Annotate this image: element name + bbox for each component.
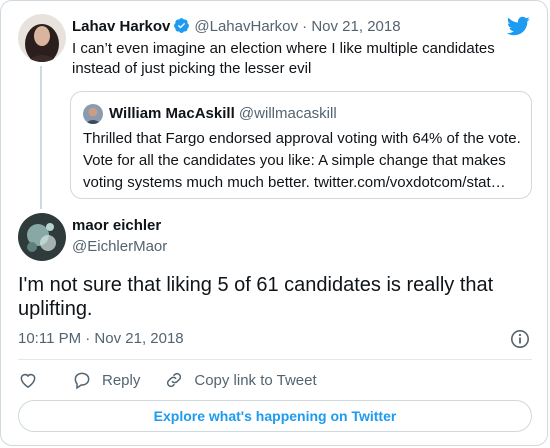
parent-tweet-header: Lahav Harkov @LahavHarkov · Nov 21, 2018 <box>72 17 401 37</box>
main-tweet-text: I'm not sure that liking 5 of 61 candida… <box>18 274 494 320</box>
parent-author-handle[interactable]: @LahavHarkov <box>194 18 298 35</box>
tweet-actions: Reply Copy link to Tweet <box>18 369 341 391</box>
quoted-tweet-header: William MacAskill @willmacaskill <box>109 104 337 124</box>
info-icon[interactable] <box>510 329 530 349</box>
reply-button[interactable]: Reply <box>72 370 140 390</box>
copy-link-label: Copy link to Tweet <box>194 371 317 389</box>
twitter-bird-icon[interactable] <box>506 14 530 38</box>
lahav-avatar[interactable] <box>18 14 66 62</box>
maor-avatar[interactable] <box>18 213 66 261</box>
parent-tweet-text: I can’t even imagine an election where I… <box>72 40 495 77</box>
main-author-handle[interactable]: @EichlerMaor <box>72 237 167 257</box>
quoted-author-handle: @willmacaskill <box>238 105 337 122</box>
main-tweet-timestamp[interactable]: 10:11 PM · Nov 21, 2018 <box>18 329 184 349</box>
quoted-author-name: William MacAskill <box>109 105 235 122</box>
parent-tweet-date[interactable]: · Nov 21, 2018 <box>302 18 400 35</box>
reply-label: Reply <box>102 371 141 389</box>
link-icon <box>167 372 182 388</box>
quoted-tweet-text: Thrilled that Fargo endorsed approval vo… <box>83 130 521 191</box>
divider <box>18 359 532 360</box>
parent-author-name[interactable]: Lahav Harkov <box>72 18 170 35</box>
verified-badge-icon <box>173 17 190 34</box>
explore-twitter-button[interactable]: Explore what's happening on Twitter <box>18 400 532 432</box>
copy-link-button[interactable]: Copy link to Tweet <box>164 370 317 390</box>
embedded-tweet-card: Lahav Harkov @LahavHarkov · Nov 21, 2018 … <box>0 0 548 446</box>
quoted-tweet[interactable]: William MacAskill @willmacaskill Thrille… <box>70 91 532 199</box>
reply-icon <box>74 372 90 390</box>
macaskill-avatar <box>83 104 103 124</box>
thread-connector-line <box>40 66 42 209</box>
like-button[interactable] <box>18 370 48 390</box>
main-author-name[interactable]: maor eichler <box>72 216 161 236</box>
heart-icon <box>20 373 36 388</box>
